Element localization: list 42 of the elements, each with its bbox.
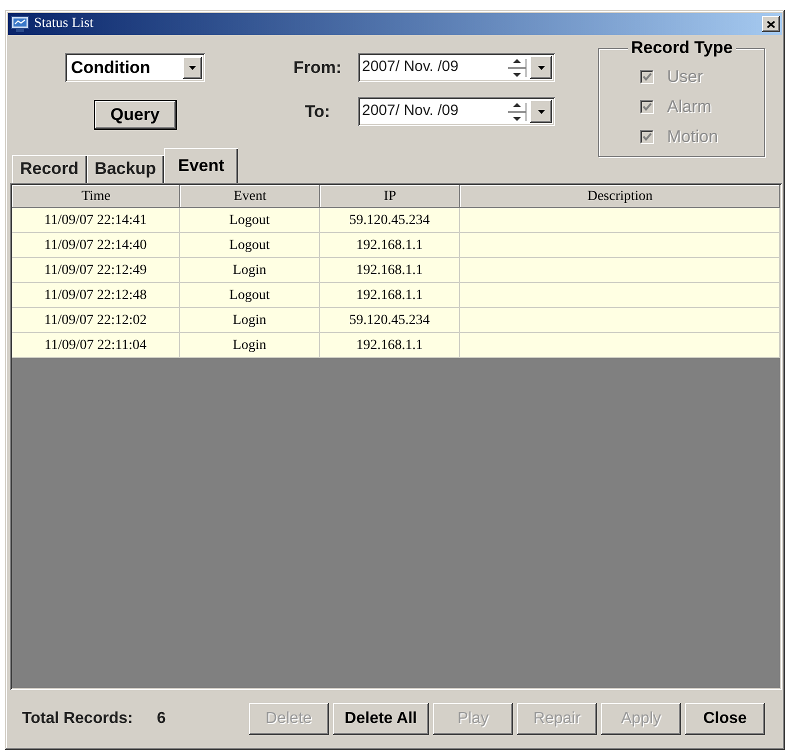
condition-dropdown[interactable]: Condition xyxy=(65,53,205,82)
tab[interactable]: Record xyxy=(12,155,87,183)
checkbox-label: User xyxy=(667,66,703,88)
table-row[interactable]: 11/09/07 22:12:48 Logout 192.168.1.1 xyxy=(12,283,780,308)
footer-button[interactable]: Close xyxy=(685,703,765,735)
dropdown-button[interactable] xyxy=(530,56,552,79)
column-header: Description xyxy=(460,185,780,208)
dropdown-button[interactable] xyxy=(530,100,552,123)
date-label: From: xyxy=(292,56,343,79)
table-cell: 11/09/07 22:11:04 xyxy=(12,333,180,358)
up-down-arrows-icon[interactable] xyxy=(507,102,527,122)
up-down-arrows-icon[interactable] xyxy=(507,58,527,78)
query-button[interactable]: Query xyxy=(94,100,176,130)
table-row[interactable]: 11/09/07 22:12:02 Login 59.120.45.234 xyxy=(12,308,780,333)
table-row[interactable]: 11/09/07 22:12:49 Login 192.168.1.1 xyxy=(12,258,780,283)
total-records-value: 6 xyxy=(156,709,166,729)
table-row[interactable]: 11/09/07 22:14:41 Logout 59.120.45.234 xyxy=(12,208,780,233)
tab[interactable]: Backup xyxy=(86,155,164,183)
monitor-icon xyxy=(11,16,29,32)
column-header: Time xyxy=(12,185,180,208)
window-title: Status List xyxy=(34,16,94,32)
close-icon xyxy=(767,20,775,28)
date-picker[interactable]: 2007/ Nov. /09 xyxy=(358,53,555,82)
table-row[interactable]: 11/09/07 22:14:40 Logout 192.168.1.1 xyxy=(12,233,780,258)
column-header: Event xyxy=(180,185,320,208)
caret-down-icon xyxy=(538,110,544,114)
footer-button[interactable]: Delete All xyxy=(332,703,429,735)
table-cell: Login xyxy=(180,333,320,358)
caret-down-icon xyxy=(538,66,544,70)
column-header: IP xyxy=(320,185,460,208)
table-cell: 192.168.1.1 xyxy=(320,333,460,358)
group-title: Record Type xyxy=(628,38,736,58)
close-button[interactable] xyxy=(762,16,780,32)
caret-down-icon xyxy=(189,66,196,70)
date-label: To: xyxy=(304,100,332,123)
date-picker[interactable]: 2007/ Nov. /09 xyxy=(358,97,555,126)
tab[interactable]: Event xyxy=(164,148,238,183)
total-records-label: Total Records: xyxy=(22,709,133,729)
checkbox-label: Alarm xyxy=(667,96,712,118)
table-row[interactable]: 11/09/07 22:11:04 Login 192.168.1.1 xyxy=(12,333,780,358)
dropdown-button[interactable] xyxy=(183,56,202,78)
checkbox-label: Motion xyxy=(667,126,718,148)
